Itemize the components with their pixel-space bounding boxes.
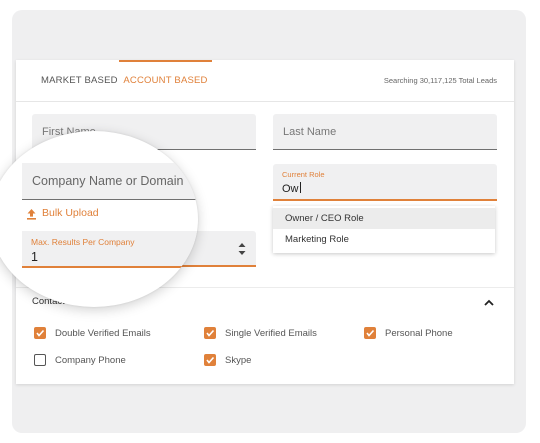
max-results-label: Max. Results Per Company (31, 237, 135, 247)
tab-market-based[interactable]: MARKET BASED (41, 60, 118, 102)
current-role-field[interactable]: Current Role Ow (273, 164, 497, 201)
current-role-value: Ow (282, 182, 301, 195)
bulk-upload-label: Bulk Upload (42, 207, 99, 219)
upload-icon (27, 209, 36, 220)
checkbox-label: Single Verified Emails (225, 328, 317, 339)
max-results-field[interactable]: Max. Results Per Company 1 (22, 231, 198, 268)
search-status: Searching 30,117,125 Total Leads (383, 76, 497, 85)
magnifier-lens: Company Name or Domain Bulk Upload Max. … (0, 131, 198, 307)
last-name-field[interactable]: Last Name (273, 114, 497, 150)
current-role-label: Current Role (282, 170, 325, 179)
last-name-placeholder: Last Name (283, 126, 337, 138)
tab-account-based[interactable]: ACCOUNT BASED (119, 60, 212, 102)
text-cursor (299, 182, 301, 193)
company-domain-field[interactable]: Company Name or Domain (22, 163, 198, 200)
checkbox-label: Skype (225, 355, 252, 366)
company-domain-placeholder: Company Name or Domain (32, 174, 184, 188)
max-results-value: 1 (31, 250, 38, 264)
role-suggestions-dropdown: Owner / CEO Role Marketing Role (273, 206, 495, 253)
check-icon (204, 354, 216, 366)
stepper-icon[interactable] (238, 242, 246, 256)
unchecked-box-icon (34, 354, 46, 366)
check-icon (34, 327, 46, 339)
check-icon (364, 327, 376, 339)
magnified-region: Company Name or Domain Bulk Upload Max. … (0, 131, 198, 307)
checkbox-label: Company Phone (55, 355, 126, 366)
role-option-owner-ceo[interactable]: Owner / CEO Role (273, 208, 495, 229)
checkbox-label: Personal Phone (385, 328, 453, 339)
chevron-up-icon[interactable] (482, 296, 496, 310)
tab-bar: MARKET BASED ACCOUNT BASED Searching 30,… (16, 60, 514, 102)
check-icon (204, 327, 216, 339)
role-option-marketing[interactable]: Marketing Role (273, 229, 495, 250)
checkbox-label: Double Verified Emails (55, 328, 151, 339)
